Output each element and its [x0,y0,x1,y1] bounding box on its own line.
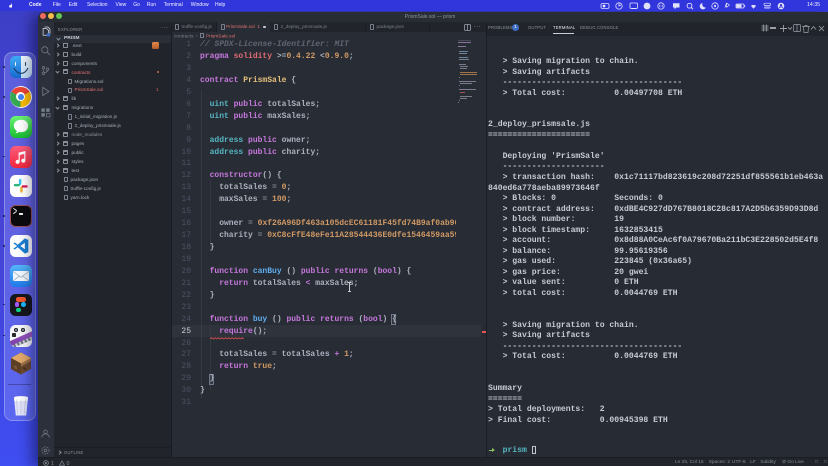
svg-text:0: 0 [67,461,70,466]
svg-text:1: 1 [51,461,54,466]
